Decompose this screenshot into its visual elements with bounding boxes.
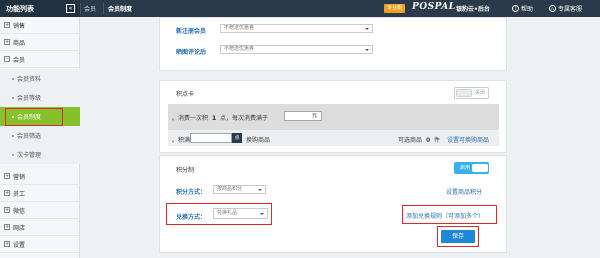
plus-icon: + bbox=[4, 173, 10, 179]
sidebar-item-label: 网店 bbox=[13, 224, 26, 232]
plus-icon: + bbox=[4, 207, 10, 213]
help-icon: ? bbox=[512, 5, 519, 12]
min-spend-input[interactable]: 元 bbox=[284, 111, 322, 121]
sidebar-subitem-member-info[interactable]: 会员资料 bbox=[0, 69, 80, 88]
points-method-label: 积分方式： bbox=[176, 189, 207, 196]
new-member-coupon-select[interactable]: 不赠送优惠券 bbox=[220, 24, 373, 33]
points-threshold-input[interactable] bbox=[190, 133, 232, 143]
new-member-label: 新注册会员 bbox=[176, 28, 207, 35]
sidebar-item-online-store[interactable]: + 网店 bbox=[0, 219, 80, 236]
bullet-icon bbox=[12, 153, 14, 156]
review-coupon-select[interactable]: 不赠送优惠券 bbox=[220, 45, 373, 54]
sidebar-subitem-label: 会员筛选 bbox=[17, 133, 42, 140]
divider bbox=[103, 3, 104, 14]
top-bar: 功能列表 « 会员 会员制度 专业版 POSPAL 银豹云•后台 ? 帮助 ∩ … bbox=[0, 0, 600, 17]
unit-label: 元 bbox=[311, 113, 317, 119]
divider bbox=[80, 3, 81, 14]
brand-logo: POSPAL bbox=[412, 2, 456, 12]
headset-icon: ∩ bbox=[549, 5, 556, 12]
bullet-icon bbox=[12, 134, 14, 137]
edition-badge: 专业版 bbox=[384, 4, 406, 13]
points-card-toggle[interactable]: 关闭 bbox=[454, 87, 489, 99]
brand-logo-cn: 银豹云•后台 bbox=[456, 6, 490, 13]
sidebar-item-label: 营销 bbox=[13, 173, 26, 181]
plus-icon: + bbox=[4, 22, 10, 28]
selectable-unit: 件 bbox=[434, 137, 441, 144]
sidebar-subitem-label: 次卡管理 bbox=[17, 152, 42, 159]
rule-points: 1 bbox=[211, 115, 217, 122]
sidebar-item-label: 微信 bbox=[13, 207, 26, 215]
sidebar-subitem-label: 会员等级 bbox=[17, 95, 42, 102]
points-system-toggle[interactable]: 启用 bbox=[454, 162, 489, 174]
rule-prefix: 。消费一次积 bbox=[172, 115, 209, 122]
sidebar: + 销售 + 商品 − 会员 会员资料 会员等级 会员制度 会员筛选 次卡管理 … bbox=[0, 17, 80, 258]
select-value: 不赠送优惠券 bbox=[224, 25, 255, 31]
selectable-goods: 可选商品 0 件 bbox=[398, 135, 440, 144]
sidebar-item-label: 会员 bbox=[13, 56, 26, 64]
sidebar-item-label: 销售 bbox=[13, 22, 26, 30]
sidebar-subitem-member-filter[interactable]: 会员筛选 bbox=[0, 126, 80, 145]
points-card-title: 积点卡 bbox=[176, 91, 195, 98]
rule-mid: 点，每次消费满于 bbox=[220, 115, 269, 122]
breadcrumb-current: 会员制度 bbox=[108, 6, 133, 13]
bullet-icon bbox=[12, 96, 14, 99]
toggle-label: 关闭 bbox=[475, 90, 486, 96]
sidebar-subitem-label: 会员资料 bbox=[17, 76, 42, 83]
points-unit-tag: 点 bbox=[232, 133, 242, 143]
plus-icon: + bbox=[4, 241, 10, 247]
support-label: 专属客服 bbox=[558, 6, 583, 13]
chevron-down-icon bbox=[365, 49, 369, 51]
highlight-box bbox=[437, 226, 479, 247]
review-label: 晒图评论后 bbox=[176, 49, 207, 56]
select-value: 不赠送优惠券 bbox=[224, 46, 255, 52]
sidebar-item-sales[interactable]: + 销售 bbox=[0, 17, 80, 34]
plus-icon: + bbox=[4, 39, 10, 45]
exchange-prefix: 。积满 bbox=[172, 137, 191, 144]
toggle-label: 启用 bbox=[460, 165, 471, 171]
exchange-suffix: 换购商品 bbox=[246, 137, 271, 144]
sidebar-item-label: 员工 bbox=[13, 190, 26, 198]
chevron-down-icon bbox=[258, 189, 262, 191]
collapse-sidebar-icon[interactable]: « bbox=[66, 4, 75, 13]
toggle-knob bbox=[472, 164, 488, 172]
sidebar-item-products[interactable]: + 商品 bbox=[0, 34, 80, 51]
plus-icon: + bbox=[4, 190, 10, 196]
sidebar-subitem-punch-card[interactable]: 次卡管理 bbox=[0, 145, 80, 164]
highlight-box bbox=[166, 203, 272, 225]
sidebar-item-marketing[interactable]: + 营销 bbox=[0, 168, 80, 185]
help-link[interactable]: ? 帮助 bbox=[512, 0, 533, 17]
sidebar-item-wechat[interactable]: + 微信 bbox=[0, 202, 80, 219]
highlight-box bbox=[5, 108, 63, 126]
sidebar-item-members[interactable]: − 会员 bbox=[0, 51, 80, 68]
sidebar-item-staff[interactable]: + 员工 bbox=[0, 185, 80, 202]
toggle-knob bbox=[456, 89, 472, 97]
minus-icon: − bbox=[4, 56, 10, 62]
breadcrumb-home[interactable]: 会员 bbox=[84, 0, 96, 17]
selectable-prefix: 可选商品 bbox=[398, 137, 423, 144]
points-method-select[interactable]: 按商品积分 bbox=[213, 185, 266, 194]
support-link[interactable]: ∩ 专属客服 bbox=[549, 0, 582, 17]
highlight-box bbox=[402, 205, 497, 224]
chevron-down-icon bbox=[365, 28, 369, 30]
selectable-count: 0 bbox=[425, 137, 431, 144]
set-exchange-goods-link[interactable]: 设置可换购商品 bbox=[447, 135, 489, 144]
sidebar-item-label: 商品 bbox=[13, 39, 26, 47]
sidebar-subitem-member-level[interactable]: 会员等级 bbox=[0, 88, 80, 107]
plus-icon: + bbox=[4, 224, 10, 230]
points-system-title: 积分制 bbox=[176, 167, 195, 174]
bullet-icon bbox=[12, 77, 14, 80]
help-label: 帮助 bbox=[521, 6, 534, 13]
sidebar-item-settings[interactable]: + 设置 bbox=[0, 236, 80, 253]
sidebar-item-label: 设置 bbox=[13, 241, 26, 249]
select-value: 按商品积分 bbox=[217, 186, 243, 192]
points-rule-text: 。消费一次积 1 点，每次消费满于 bbox=[172, 113, 268, 122]
set-product-points-link[interactable]: 设置商品积分 bbox=[446, 187, 482, 196]
